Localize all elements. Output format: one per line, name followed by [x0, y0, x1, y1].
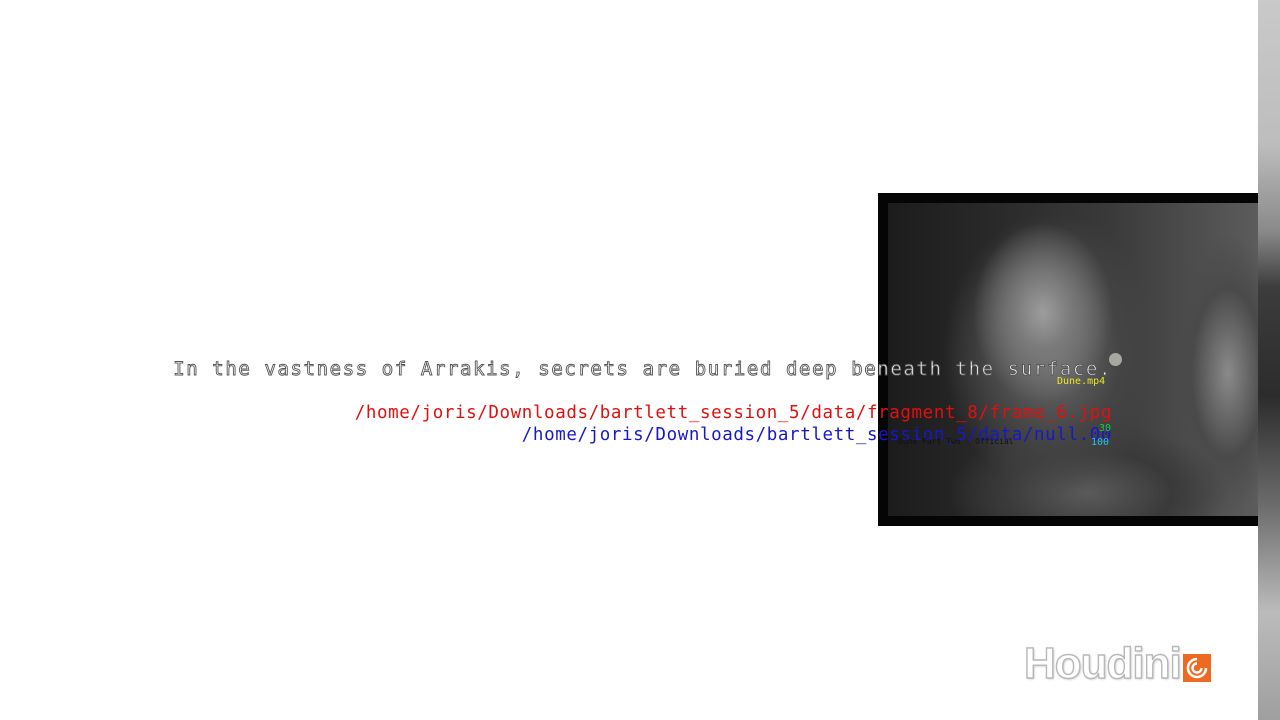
fps-label: 30 [1099, 423, 1112, 434]
marker-dot [1109, 353, 1122, 366]
houdini-logo: Houdini [1023, 639, 1211, 688]
source-frame-path: /home/joris/Downloads/bartlett_session_5… [354, 403, 1112, 423]
render-viewport: In the vastness of Arrakis, secrets are … [0, 0, 1280, 720]
subtitle-text: In the vastness of Arrakis, secrets are … [173, 358, 1112, 381]
logo-text: Houdini [1023, 639, 1182, 688]
edge-strip [1258, 0, 1280, 720]
video-filename-label: Dune.mp4 [1057, 376, 1106, 387]
video-title-label: Dune Part Two - Official [898, 437, 1014, 446]
houdini-swirl-icon [1182, 654, 1211, 682]
value-label: 100 [1091, 437, 1110, 448]
